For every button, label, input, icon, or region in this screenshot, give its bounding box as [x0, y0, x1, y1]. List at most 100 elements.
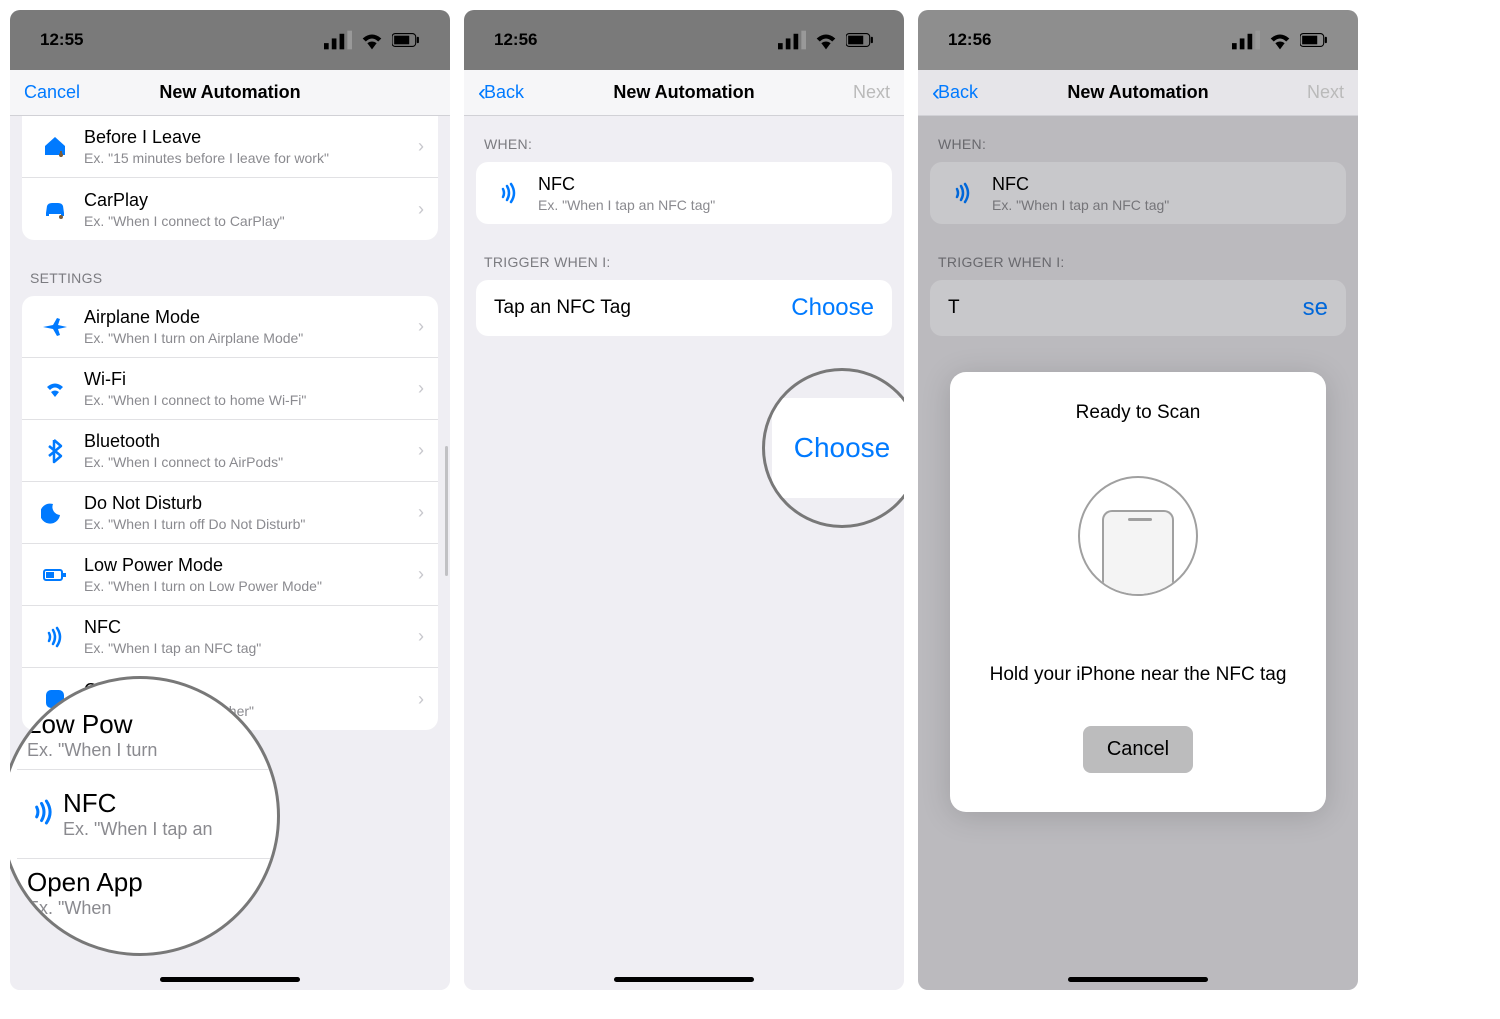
next-button[interactable]: Next: [1307, 82, 1344, 103]
content[interactable]: Before I Leave Ex. "15 minutes before I …: [10, 116, 450, 990]
when-card: NFC Ex. "When I tap an NFC tag": [930, 162, 1346, 224]
row-before-i-leave[interactable]: Before I Leave Ex. "15 minutes before I …: [22, 116, 438, 178]
wifi-status-icon: [358, 26, 386, 54]
row-title: NFC: [84, 617, 418, 638]
tap-nfc-row[interactable]: Tap an NFC Tag Choose: [476, 280, 892, 336]
section-trigger: TRIGGER WHEN I:: [918, 224, 1358, 280]
mag-low-sub: Ex. "When I turn: [27, 740, 267, 761]
row-nfc[interactable]: NFC Ex. "When I tap an NFC tag" ›: [22, 606, 438, 668]
row-sub: Ex. "15 minutes before I leave for work": [84, 150, 418, 166]
home-leave-icon: [36, 133, 74, 161]
row-title: NFC: [992, 174, 1332, 195]
status-bar: 12:55: [10, 10, 450, 70]
section-trigger: TRIGGER WHEN I:: [464, 224, 904, 280]
status-bar: 12:56: [464, 10, 904, 70]
row-do-not-disturb[interactable]: Do Not Disturb Ex. "When I turn off Do N…: [22, 482, 438, 544]
row-wifi[interactable]: Wi-Fi Ex. "When I connect to home Wi-Fi"…: [22, 358, 438, 420]
mag-open-title: Open App: [27, 867, 267, 898]
magnifier-choose: Choose: [762, 368, 904, 528]
row-nfc: NFC Ex. "When I tap an NFC tag": [930, 162, 1346, 224]
row-title: NFC: [538, 174, 878, 195]
mag-choose-text: Choose: [772, 398, 904, 498]
tap-nfc-label: Tap an NFC Tag: [494, 297, 631, 319]
status-icons: [778, 26, 874, 54]
status-icons: [1232, 26, 1328, 54]
next-button[interactable]: Next: [853, 82, 890, 103]
home-indicator[interactable]: [614, 977, 754, 982]
row-title: CarPlay: [84, 190, 418, 211]
home-indicator[interactable]: [160, 977, 300, 982]
row-title: Low Power Mode: [84, 555, 418, 576]
tap-nfc-row: T se: [930, 280, 1346, 336]
car-icon: [36, 195, 74, 223]
chevron-right-icon: ›: [418, 136, 424, 157]
signal-icon: [1232, 26, 1260, 54]
row-sub: Ex. "When I connect to AirPods": [84, 454, 418, 470]
row-sub: Ex. "When I open Weather": [84, 703, 418, 719]
dnd-icon: [36, 499, 74, 527]
mag-nfc-sub: Ex. "When I tap an: [63, 819, 212, 840]
signal-icon: [778, 26, 806, 54]
group-top: Before I Leave Ex. "15 minutes before I …: [22, 116, 438, 240]
section-when: WHEN:: [918, 116, 1358, 162]
choose-button: se: [1303, 294, 1328, 322]
nfc-icon: [27, 795, 63, 834]
nav-bar: ‹Back New Automation Next: [918, 70, 1358, 116]
row-open-app[interactable]: Open App Ex. "When I open Weather" ›: [22, 668, 438, 730]
chevron-right-icon: ›: [418, 689, 424, 710]
cancel-button[interactable]: Cancel: [24, 82, 80, 103]
chevron-right-icon: ›: [418, 626, 424, 647]
content: WHEN: NFC Ex. "When I tap an NFC tag" TR…: [918, 116, 1358, 990]
row-bluetooth[interactable]: Bluetooth Ex. "When I connect to AirPods…: [22, 420, 438, 482]
row-sub: Ex. "When I turn on Airplane Mode": [84, 330, 418, 346]
phone-outline-icon: [1102, 510, 1174, 596]
screen-2: 12:56 ‹Back New Automation Next WHEN: NF…: [464, 10, 904, 990]
home-indicator[interactable]: [1068, 977, 1208, 982]
back-button[interactable]: ‹Back: [478, 79, 524, 107]
scan-message: Hold your iPhone near the NFC tag: [990, 664, 1287, 686]
chevron-right-icon: ›: [418, 378, 424, 399]
when-card: NFC Ex. "When I tap an NFC tag": [476, 162, 892, 224]
row-title: Do Not Disturb: [84, 493, 418, 514]
row-title: Wi-Fi: [84, 369, 418, 390]
row-title: Airplane Mode: [84, 307, 418, 328]
mag-nfc-title: NFC: [63, 788, 212, 819]
row-low-power-mode[interactable]: Low Power Mode Ex. "When I turn on Low P…: [22, 544, 438, 606]
chevron-right-icon: ›: [418, 564, 424, 585]
back-button[interactable]: ‹Back: [932, 79, 978, 107]
scan-graphic: [1078, 476, 1198, 596]
row-airplane-mode[interactable]: Airplane Mode Ex. "When I turn on Airpla…: [22, 296, 438, 358]
nfc-icon: [944, 179, 982, 207]
status-time: 12:56: [494, 30, 537, 50]
wifi-status-icon: [812, 26, 840, 54]
battery-icon: [1300, 26, 1328, 54]
row-sub: Ex. "When I turn on Low Power Mode": [84, 578, 418, 594]
chevron-right-icon: ›: [418, 199, 424, 220]
row-sub: Ex. "When I tap an NFC tag": [538, 197, 878, 213]
battery-icon: [846, 26, 874, 54]
row-sub: Ex. "When I connect to CarPlay": [84, 213, 418, 229]
row-sub: Ex. "When I connect to home Wi-Fi": [84, 392, 418, 408]
scrollbar[interactable]: [445, 446, 448, 576]
battery-icon: [392, 26, 420, 54]
row-nfc[interactable]: NFC Ex. "When I tap an NFC tag": [476, 162, 892, 224]
signal-icon: [324, 26, 352, 54]
nfc-scan-sheet: Ready to Scan Hold your iPhone near the …: [950, 372, 1326, 812]
status-time: 12:56: [948, 30, 991, 50]
row-title: Bluetooth: [84, 431, 418, 452]
row-sub: Ex. "When I tap an NFC tag": [992, 197, 1332, 213]
group-settings: Airplane Mode Ex. "When I turn on Airpla…: [22, 296, 438, 730]
chevron-right-icon: ›: [418, 502, 424, 523]
airplane-icon: [36, 313, 74, 341]
choose-button[interactable]: Choose: [791, 294, 874, 322]
wifi-status-icon: [1266, 26, 1294, 54]
mag-open-sub: Ex. "When: [27, 898, 267, 919]
scan-cancel-button[interactable]: Cancel: [1083, 726, 1193, 773]
row-sub: Ex. "When I turn off Do Not Disturb": [84, 516, 418, 532]
status-icons: [324, 26, 420, 54]
nfc-icon: [490, 179, 528, 207]
row-carplay[interactable]: CarPlay Ex. "When I connect to CarPlay" …: [22, 178, 438, 240]
nav-title: New Automation: [918, 82, 1358, 103]
scan-title: Ready to Scan: [1076, 402, 1201, 424]
battery-icon: [36, 561, 74, 589]
